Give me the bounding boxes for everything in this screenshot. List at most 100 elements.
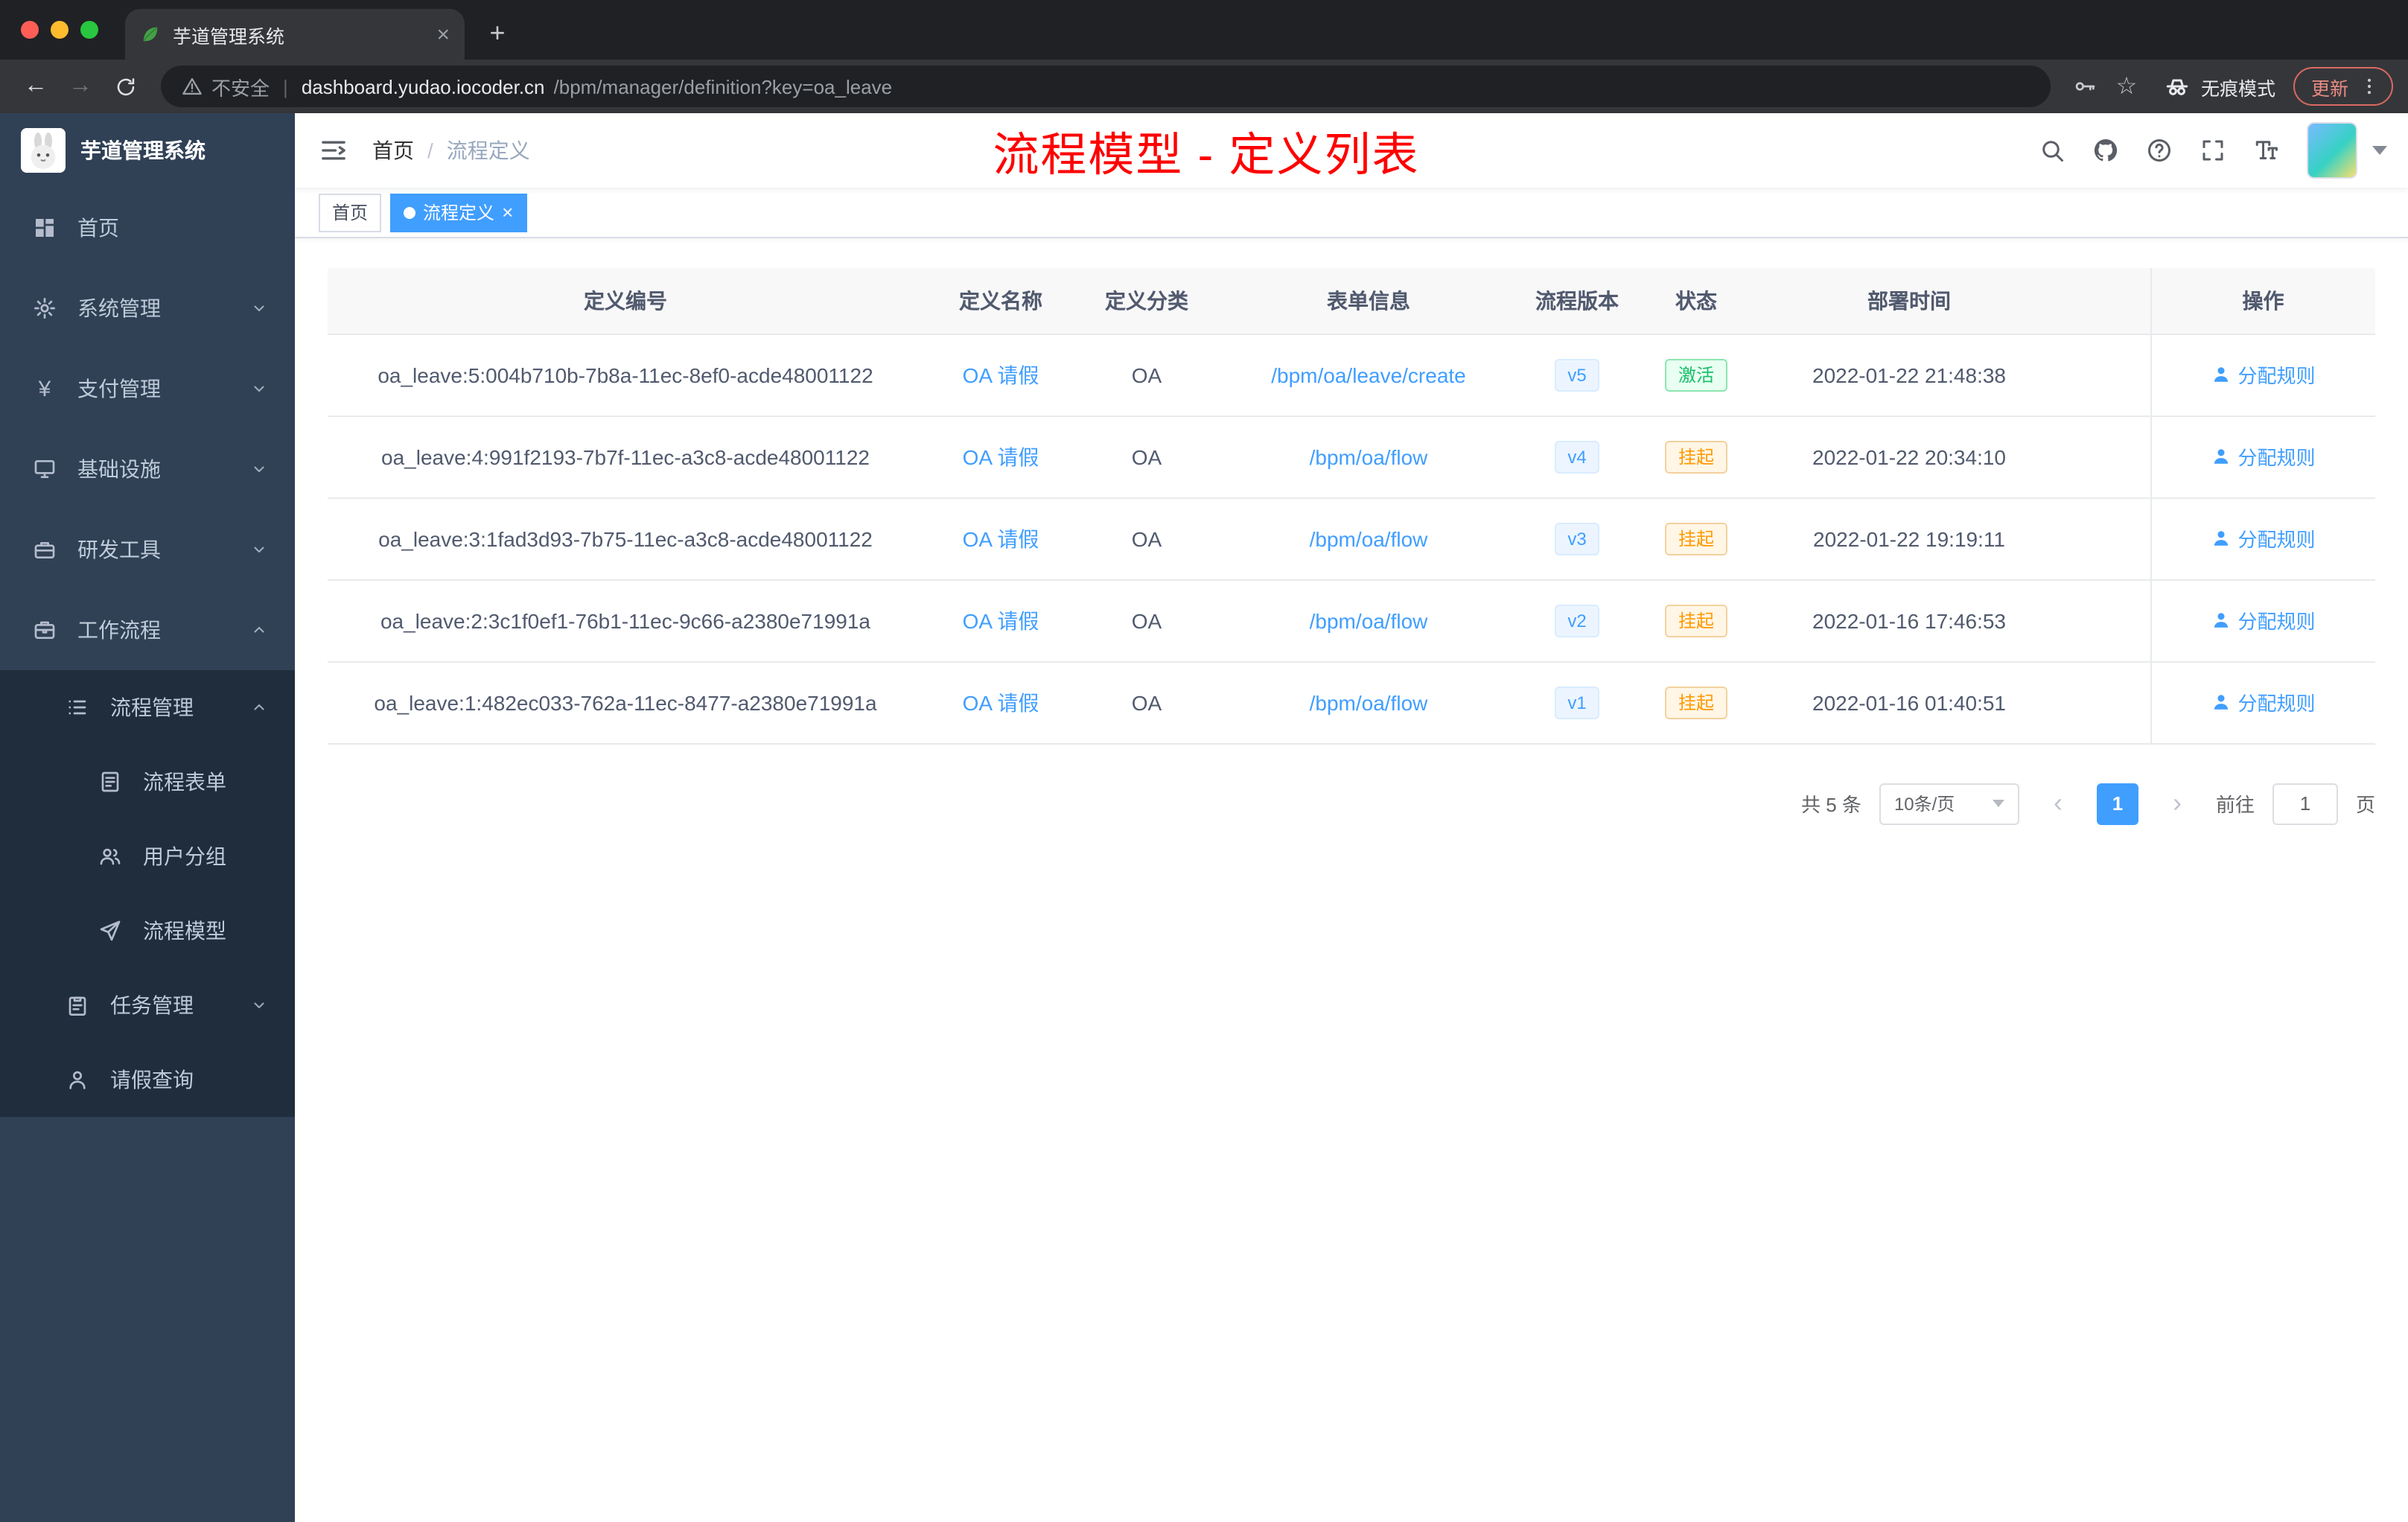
goto-label: 前往 (2215, 794, 2255, 816)
breadcrumb-current: 流程定义 (446, 138, 530, 162)
col-form-info: 表单信息 (1215, 268, 1522, 334)
workflow-icon (33, 618, 57, 642)
goto-page-input[interactable]: 1 (2272, 783, 2338, 824)
cell-form-info: /bpm/oa/flow (1215, 415, 1522, 498)
version-tag: v4 (1554, 440, 1600, 473)
version-tag: v1 (1554, 686, 1600, 719)
forward-button[interactable]: → (60, 66, 101, 107)
definition-name-link[interactable]: OA 请假 (963, 526, 1039, 550)
sidebar-item-task-mgmt[interactable]: 任务管理 (0, 968, 295, 1042)
assign-rule-link[interactable]: 分配规则 (2211, 524, 2316, 553)
user-icon (2211, 447, 2230, 466)
cell-deploy-time: 2022-01-16 01:40:51 (1760, 661, 2058, 744)
help-icon[interactable] (2146, 137, 2173, 164)
cell-definition-id: oa_leave:2:3c1f0ef1-76b1-11ec-9c66-a2380… (328, 579, 923, 662)
tag-item[interactable]: 首页 (319, 193, 382, 232)
chevron-down-icon (250, 380, 268, 398)
sidebar-item-process-form[interactable]: 流程表单 (0, 745, 295, 819)
sidebar-item-payment[interactable]: ¥ 支付管理 (0, 348, 295, 429)
sidebar-item-dev-tools[interactable]: 研发工具 (0, 509, 295, 590)
assign-rule-link[interactable]: 分配规则 (2211, 360, 2316, 389)
tab-close-icon[interactable]: × (436, 22, 450, 47)
cell-filler (2058, 579, 2150, 662)
assign-rule-label: 分配规则 (2237, 529, 2316, 551)
sidebar-toggle-icon[interactable] (319, 136, 348, 165)
cell-deploy-time: 2022-01-16 17:46:53 (1760, 579, 2058, 662)
password-key-icon[interactable] (2065, 67, 2104, 106)
cell-definition-name: OA 请假 (923, 661, 1078, 744)
incognito-badge: 无痕模式 (2164, 72, 2275, 101)
navbar-actions (2039, 122, 2408, 179)
url-bar[interactable]: 不安全 | dashboard.yudao.iocoder.cn/bpm/man… (161, 66, 2051, 107)
sidebar-item-label: 用户分组 (143, 844, 226, 868)
cell-version: v4 (1522, 415, 1632, 498)
reload-button[interactable] (104, 66, 146, 107)
form-link[interactable]: /bpm/oa/flow (1310, 690, 1428, 714)
assign-rule-link[interactable]: 分配规则 (2211, 688, 2316, 716)
page-number-1[interactable]: 1 (2096, 783, 2138, 824)
user-avatar[interactable] (2307, 122, 2357, 179)
bookmark-star-icon[interactable]: ☆ (2107, 67, 2146, 106)
update-button[interactable]: 更新 (2293, 67, 2393, 106)
chevron-up-icon (250, 621, 268, 639)
close-window-button[interactable] (21, 21, 39, 39)
tab-favicon (140, 24, 161, 45)
new-tab-button[interactable]: + (477, 12, 518, 54)
cell-definition-id: oa_leave:5:004b710b-7b8a-11ec-8ef0-acde4… (328, 334, 923, 416)
sidebar-item-user-group[interactable]: 用户分组 (0, 819, 295, 894)
chevron-down-icon (250, 299, 268, 317)
form-link[interactable]: /bpm/oa/flow (1310, 526, 1428, 550)
tools-icon (33, 538, 57, 561)
cell-status: 挂起 (1632, 579, 1760, 662)
breadcrumb-separator: / (427, 138, 433, 162)
cell-actions: 分配规则 (2150, 334, 2375, 416)
sidebar-item-process-mgmt[interactable]: 流程管理 (0, 670, 295, 745)
browser-menu-icon[interactable] (2359, 76, 2380, 97)
breadcrumb-home[interactable]: 首页 (372, 136, 414, 165)
form-link[interactable]: /bpm/oa/flow (1310, 608, 1428, 632)
sidebar: 芋道管理系统 首页 系统管理 ¥ 支付管理 基础设施 研发工具 工作流程 流程管… (0, 113, 295, 1522)
status-tag: 激活 (1664, 358, 1727, 391)
browser-tab[interactable]: 芋道管理系统 × (125, 9, 465, 60)
tag-label: 首页 (332, 203, 369, 223)
sidebar-item-system[interactable]: 系统管理 (0, 268, 295, 348)
tag-close-icon[interactable]: × (502, 203, 513, 222)
definition-name-link[interactable]: OA 请假 (963, 445, 1039, 468)
app-window: 芋道管理系统 首页 系统管理 ¥ 支付管理 基础设施 研发工具 工作流程 流程管… (0, 113, 2408, 1522)
definition-name-link[interactable]: OA 请假 (963, 363, 1039, 386)
form-link[interactable]: /bpm/oa/flow (1310, 445, 1428, 468)
assign-rule-link[interactable]: 分配规则 (2211, 442, 2316, 471)
definition-name-link[interactable]: OA 请假 (963, 608, 1039, 632)
col-definition-id: 定义编号 (328, 268, 923, 334)
url-divider: | (283, 75, 288, 98)
font-size-icon[interactable] (2253, 137, 2280, 164)
cell-definition-name: OA 请假 (923, 334, 1078, 416)
app-logo[interactable]: 芋道管理系统 (0, 113, 295, 188)
cell-filler (2058, 497, 2150, 580)
page-size-select[interactable]: 10条/页 (1879, 783, 2019, 824)
sidebar-item-label: 流程表单 (143, 770, 226, 794)
back-button[interactable]: ← (15, 66, 57, 107)
avatar-caret-icon[interactable] (2372, 146, 2387, 155)
definition-name-link[interactable]: OA 请假 (963, 690, 1039, 714)
sidebar-item-process-model[interactable]: 流程模型 (0, 894, 295, 968)
tab-title: 芋道管理系统 (173, 26, 285, 47)
assign-rule-link[interactable]: 分配规则 (2211, 606, 2316, 634)
maximize-window-button[interactable] (80, 21, 98, 39)
breadcrumb: 首页 / 流程定义 (372, 136, 530, 165)
fullscreen-icon[interactable] (2200, 137, 2226, 164)
sidebar-item-home[interactable]: 首页 (0, 188, 295, 268)
prev-page-button[interactable]: ‹ (2037, 783, 2079, 824)
minimize-window-button[interactable] (51, 21, 69, 39)
assign-rule-label: 分配规则 (2237, 611, 2316, 633)
search-icon[interactable] (2039, 137, 2065, 164)
next-page-button[interactable]: › (2156, 783, 2198, 824)
chevron-down-icon (250, 460, 268, 478)
sidebar-item-workflow[interactable]: 工作流程 (0, 590, 295, 670)
sidebar-item-leave-query[interactable]: 请假查询 (0, 1042, 295, 1117)
github-icon[interactable] (2092, 137, 2119, 164)
pagination-total: 共 5 条 (1801, 794, 1861, 816)
tag-active[interactable]: 流程定义 × (390, 193, 527, 232)
sidebar-item-infrastructure[interactable]: 基础设施 (0, 429, 295, 509)
form-link[interactable]: /bpm/oa/leave/create (1271, 363, 1466, 386)
